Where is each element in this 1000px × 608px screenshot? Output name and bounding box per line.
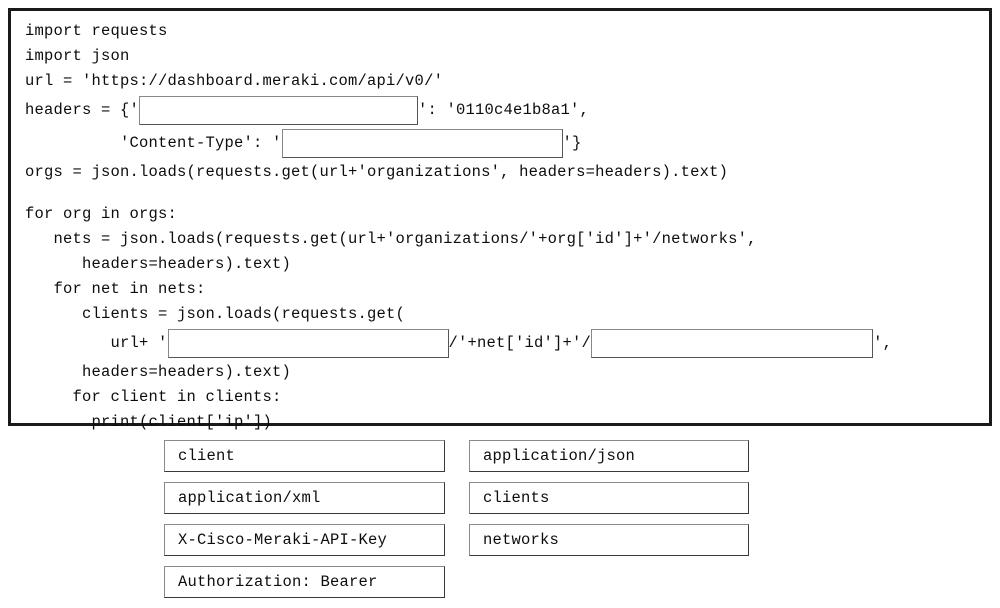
code-text: for net in nets: (25, 280, 206, 298)
code-line: import requests (25, 19, 985, 44)
code-line: for org in orgs: (25, 202, 985, 227)
answer-option-networks[interactable]: networks (469, 524, 749, 556)
code-text: import json (25, 47, 130, 65)
answer-bank: client application/xml X-Cisco-Meraki-AP… (0, 440, 1000, 605)
code-text: nets = json.loads(requests.get(url+'orga… (25, 230, 757, 248)
answer-option-client[interactable]: client (164, 440, 445, 472)
answer-bank-left-column: client application/xml X-Cisco-Meraki-AP… (164, 440, 445, 608)
answer-option-x-cisco-meraki-api-key[interactable]: X-Cisco-Meraki-API-Key (164, 524, 445, 556)
answer-option-application-json[interactable]: application/json (469, 440, 749, 472)
answer-option-authorization-bearer[interactable]: Authorization: Bearer (164, 566, 445, 598)
code-line: url = 'https://dashboard.meraki.com/api/… (25, 69, 985, 94)
code-line-headers-key: headers = {' ': '0110c4e1b8a1', (25, 94, 985, 127)
code-text: headers=headers).text) (25, 363, 292, 381)
header-key-blank[interactable] (139, 96, 419, 125)
code-line: import json (25, 44, 985, 69)
code-text: import requests (25, 22, 168, 40)
code-line-content-type: 'Content-Type': ' '} (25, 127, 985, 160)
answer-bank-right-column: application/json clients networks (469, 440, 749, 566)
code-text: print(client['ip']) (25, 413, 273, 431)
code-text: for client in clients: (25, 388, 282, 406)
code-line: headers=headers).text) (25, 252, 985, 277)
code-line: print(client['ip']) (25, 410, 985, 435)
code-line-clients-url: url+ ' /'+net['id']+'/ ', (25, 327, 985, 360)
code-text: '} (562, 134, 582, 152)
clients-path-blank[interactable] (591, 329, 874, 358)
code-text: for org in orgs: (25, 205, 178, 223)
code-line: headers=headers).text) (25, 360, 985, 385)
content-type-blank[interactable] (281, 129, 563, 158)
answer-option-application-xml[interactable]: application/xml (164, 482, 445, 514)
code-text: /'+net['id']+'/ (448, 334, 592, 352)
code-line: nets = json.loads(requests.get(url+'orga… (25, 227, 985, 252)
answer-option-clients[interactable]: clients (469, 482, 749, 514)
code-text: headers=headers).text) (25, 255, 292, 273)
code-text: orgs = json.loads(requests.get(url+'orga… (25, 163, 729, 181)
code-text: ': '0110c4e1b8a1', (418, 101, 590, 119)
code-text: ', (873, 334, 893, 352)
networks-path-blank[interactable] (167, 329, 449, 358)
code-line: for net in nets: (25, 277, 985, 302)
code-text: headers = {' (25, 101, 140, 119)
code-text: clients = json.loads(requests.get( (25, 305, 406, 323)
code-line: for client in clients: (25, 385, 985, 410)
code-text: 'Content-Type': ' (25, 134, 282, 152)
code-line: orgs = json.loads(requests.get(url+'orga… (25, 160, 985, 185)
code-panel: import requests import json url = 'https… (8, 8, 992, 431)
code-listing: import requests import json url = 'https… (25, 19, 985, 435)
code-text: url = 'https://dashboard.meraki.com/api/… (25, 72, 444, 90)
code-text: url+ ' (25, 334, 168, 352)
code-line: clients = json.loads(requests.get( (25, 302, 985, 327)
